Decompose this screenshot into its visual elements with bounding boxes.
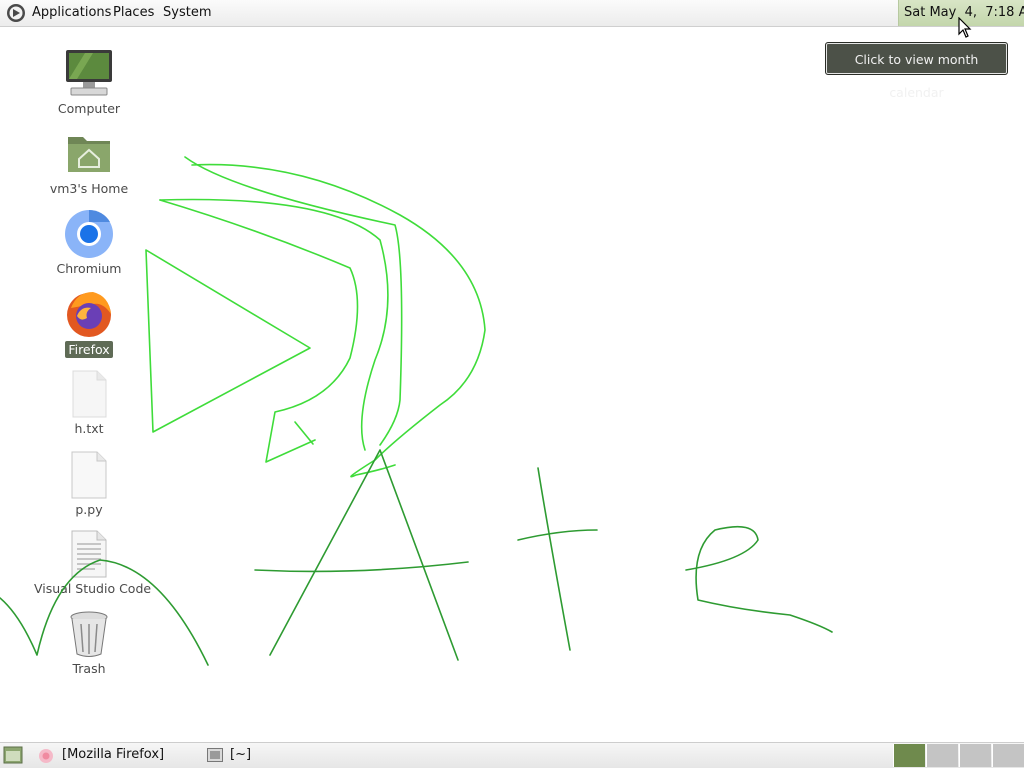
desktop-icon-p-py[interactable]: p.py [34, 449, 144, 517]
text-file-icon [63, 528, 115, 580]
desktop-icon-vscode[interactable]: Visual Studio Code [34, 528, 152, 596]
system-menu[interactable]: System [163, 5, 211, 20]
taskbar-button-terminal[interactable]: [~] [205, 743, 285, 768]
bottom-panel: [Mozilla Firefox] [~] [0, 742, 1024, 768]
workspace-switcher [893, 743, 1024, 768]
firefox-icon [63, 288, 115, 340]
top-panel: Applications Places System Sat May 4, 7:… [0, 0, 1024, 27]
taskbar-button-firefox[interactable]: [Mozilla Firefox] [36, 743, 196, 768]
desktop-icon-label: Firefox [65, 341, 113, 358]
drawing-stroke [517, 529, 598, 541]
tooltip-text: Click to view month calendar [854, 52, 979, 100]
desktop-icon-trash[interactable]: Trash [34, 608, 144, 676]
desktop-icon-label: Chromium [56, 261, 122, 276]
drawing-stroke [269, 449, 459, 661]
text-file-icon [63, 449, 115, 501]
drawing-stroke [184, 156, 403, 446]
workspace-4[interactable] [992, 744, 1024, 767]
mouse-cursor-icon [958, 17, 972, 38]
firefox-small-icon [39, 749, 53, 763]
computer-icon [63, 48, 115, 100]
mate-logo-icon[interactable] [6, 3, 26, 23]
taskbar-label: [~] [230, 747, 252, 762]
workspace-1[interactable] [893, 744, 925, 767]
desktop-icon-label: vm3's Home [49, 181, 129, 196]
desktop-icon-home[interactable]: vm3's Home [34, 128, 144, 196]
home-folder-icon [63, 128, 115, 180]
drawing-stroke [537, 467, 571, 651]
trash-icon [63, 608, 115, 660]
drawing-stroke [159, 199, 359, 463]
desktop-icon-firefox[interactable]: Firefox [34, 288, 144, 358]
desktop-icon-label: Visual Studio Code [34, 581, 152, 596]
drawing-stroke [294, 421, 314, 445]
show-desktop-icon[interactable] [3, 746, 23, 764]
drawing-stroke [145, 249, 311, 433]
chromium-icon [63, 208, 115, 260]
workspace-2[interactable] [926, 744, 958, 767]
drawing-stroke [254, 561, 469, 573]
places-menu[interactable]: Places [113, 5, 154, 20]
calendar-tooltip: Click to view month calendar [825, 42, 1008, 100]
workspace-3[interactable] [959, 744, 991, 767]
drawing-stroke [159, 198, 389, 451]
desktop-icon-label: h.txt [74, 421, 104, 436]
desktop-icon-computer[interactable]: Computer [34, 48, 144, 116]
text-file-icon [63, 368, 115, 420]
terminal-small-icon [207, 748, 223, 762]
drawing-stroke [191, 163, 486, 478]
desktop-icon-label: Trash [72, 661, 106, 676]
desktop-icon-h-txt[interactable]: h.txt [34, 368, 144, 436]
freehand-drawing [0, 156, 833, 666]
applications-menu[interactable]: Applications [32, 5, 111, 20]
drawing-stroke [685, 525, 833, 633]
desktop-icon-label: Computer [57, 101, 121, 116]
desktop-icon-chromium[interactable]: Chromium [34, 208, 144, 276]
taskbar-label: [Mozilla Firefox] [62, 747, 165, 762]
desktop-icon-label: p.py [75, 502, 103, 517]
